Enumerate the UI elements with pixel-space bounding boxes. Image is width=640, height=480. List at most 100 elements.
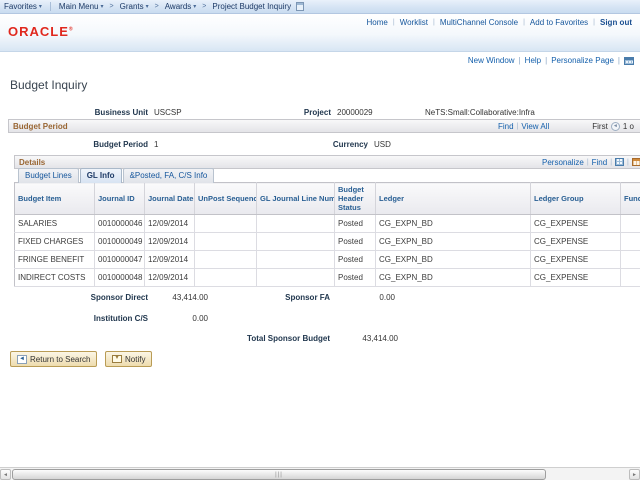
- cell-budget-header-status: Posted: [335, 269, 376, 287]
- col-ledger: Ledger: [376, 183, 531, 215]
- cell-ledger-group: CG_EXPENSE: [531, 233, 621, 251]
- chevron-down-icon: ▾: [193, 4, 196, 10]
- details-find-link[interactable]: Find: [592, 158, 608, 167]
- return-to-search-button[interactable]: Return to Search: [10, 351, 97, 367]
- cell-funding: [621, 233, 640, 251]
- link-separator: |: [627, 159, 629, 166]
- project-label: Project: [270, 108, 331, 117]
- application-window: Favorites ▾ Main Menu ▾ > Grants ▾ > Awa…: [0, 0, 640, 480]
- cell-journal-date: 12/09/2014: [145, 269, 195, 287]
- cell-budget-item: INDIRECT COSTS: [15, 269, 95, 287]
- popout-grid-icon[interactable]: [632, 158, 640, 166]
- budget-period-view-all-link[interactable]: View All: [521, 122, 549, 131]
- scroll-left-icon[interactable]: [0, 469, 11, 480]
- col-funding: Fundi: [621, 183, 640, 215]
- gl-info-table: Budget Item Journal ID Journal Date UnPo…: [14, 182, 640, 287]
- institution-cs-label: Institution C/S: [20, 314, 148, 323]
- cell-journal-date: 12/09/2014: [145, 251, 195, 269]
- project-description: NeTS:Small:Collaborative:Infra: [425, 108, 535, 117]
- horizontal-scrollbar[interactable]: [0, 467, 640, 480]
- breadcrumb-separator: >: [155, 3, 159, 10]
- cell-ledger-group: CG_EXPENSE: [531, 269, 621, 287]
- table-row: SALARIES 0010000046 12/09/2014 Posted CG…: [15, 215, 640, 233]
- oracle-logo: ORACLE®: [8, 25, 73, 38]
- link-separator: |: [517, 123, 519, 130]
- breadcrumb: Favorites ▾ Main Menu ▾ > Grants ▾ > Awa…: [0, 0, 640, 14]
- table-row: FIXED CHARGES 0010000049 12/09/2014 Post…: [15, 233, 640, 251]
- cell-unpost-sequence: [195, 269, 257, 287]
- cell-gl-journal-line-number: [257, 215, 335, 233]
- page-shortcut-icon[interactable]: [296, 2, 304, 11]
- help-link[interactable]: Help: [525, 56, 541, 65]
- export-grid-icon[interactable]: [615, 158, 624, 166]
- cell-ledger-group: CG_EXPENSE: [531, 251, 621, 269]
- pager-previous-icon[interactable]: [611, 122, 620, 131]
- details-personalize-link[interactable]: Personalize: [542, 158, 584, 167]
- new-window-link[interactable]: New Window: [468, 56, 515, 65]
- favorites-menu[interactable]: Favorites ▾: [0, 2, 46, 11]
- link-separator: |: [519, 56, 521, 65]
- cell-funding: [621, 215, 640, 233]
- page-action-links: New Window | Help | Personalize Page |: [468, 56, 634, 65]
- total-sponsor-budget-value: 43,414.00: [330, 334, 398, 343]
- col-budget-header-status: Budget Header Status: [335, 183, 376, 215]
- details-toolbar: Personalize | Find | | Firs: [542, 155, 640, 169]
- cell-unpost-sequence: [195, 251, 257, 269]
- breadcrumb-separator: >: [202, 3, 206, 10]
- col-unpost-sequence: UnPost Sequence: [195, 183, 257, 215]
- personalize-page-link[interactable]: Personalize Page: [551, 56, 614, 65]
- link-separator: |: [618, 56, 620, 65]
- breadcrumb-item-grants[interactable]: Grants ▾: [116, 2, 153, 11]
- tab-posted-fa-cs-info[interactable]: &Posted, FA, C/S Info: [123, 168, 215, 183]
- link-separator: |: [523, 19, 525, 26]
- budget-period-label: Budget Period: [40, 140, 148, 149]
- multichannel-console-link[interactable]: MultiChannel Console: [440, 18, 518, 27]
- notify-envelope-icon: [112, 355, 122, 363]
- budget-period-find-link[interactable]: Find: [498, 122, 514, 131]
- cell-funding: [621, 251, 640, 269]
- add-to-favorites-link[interactable]: Add to Favorites: [530, 18, 588, 27]
- scrollbar-thumb[interactable]: [12, 469, 546, 480]
- breadcrumb-separator: >: [110, 3, 114, 10]
- breadcrumb-item-awards[interactable]: Awards ▾: [161, 2, 201, 11]
- cell-budget-header-status: Posted: [335, 233, 376, 251]
- worklist-link[interactable]: Worklist: [400, 18, 428, 27]
- cell-budget-header-status: Posted: [335, 251, 376, 269]
- currency-value: USD: [374, 140, 391, 149]
- col-ledger-group: Ledger Group: [531, 183, 621, 215]
- main-menu[interactable]: Main Menu ▾: [55, 2, 108, 11]
- cell-budget-item: FIXED CHARGES: [15, 233, 95, 251]
- header-band: Home | Worklist | MultiChannel Console |…: [0, 14, 640, 52]
- project-value: 20000029: [337, 108, 373, 117]
- page-layout-grid-icon[interactable]: [624, 57, 634, 65]
- details-section-title: Details: [15, 158, 45, 167]
- current-page-label: Project Budget Inquiry: [212, 2, 291, 11]
- cell-journal-id: 0010000049: [95, 233, 145, 251]
- return-to-search-icon: [17, 355, 27, 364]
- sponsor-direct-label: Sponsor Direct: [20, 293, 148, 302]
- sign-out-link[interactable]: Sign out: [600, 18, 632, 27]
- breadcrumb-item-current-page: Project Budget Inquiry: [208, 2, 308, 11]
- home-link[interactable]: Home: [367, 18, 388, 27]
- col-gl-journal-line-number: GL Journal Line Number: [257, 183, 335, 215]
- tab-gl-info[interactable]: GL Info: [80, 168, 122, 183]
- link-separator: |: [545, 56, 547, 65]
- scroll-right-icon[interactable]: [629, 469, 640, 480]
- chevron-down-icon: ▾: [101, 4, 104, 10]
- budget-period-value: 1: [154, 140, 158, 149]
- currency-label: Currency: [300, 140, 368, 149]
- total-sponsor-budget-label: Total Sponsor Budget: [200, 334, 330, 343]
- sponsor-direct-value: 43,414.00: [148, 293, 208, 302]
- cell-journal-date: 12/09/2014: [145, 233, 195, 251]
- col-journal-id: Journal ID: [95, 183, 145, 215]
- table-header-row: Budget Item Journal ID Journal Date UnPo…: [15, 183, 640, 215]
- notify-button[interactable]: Notify: [105, 351, 152, 367]
- business-unit-value: USCSP: [154, 108, 182, 117]
- cell-ledger: CG_EXPN_BD: [376, 251, 531, 269]
- tab-budget-lines[interactable]: Budget Lines: [18, 168, 79, 183]
- cell-funding: [621, 269, 640, 287]
- institution-cs-value: 0.00: [148, 314, 208, 323]
- details-tab-strip: Budget Lines GL Info &Posted, FA, C/S In…: [18, 168, 214, 183]
- cell-ledger: CG_EXPN_BD: [376, 215, 531, 233]
- cell-journal-date: 12/09/2014: [145, 215, 195, 233]
